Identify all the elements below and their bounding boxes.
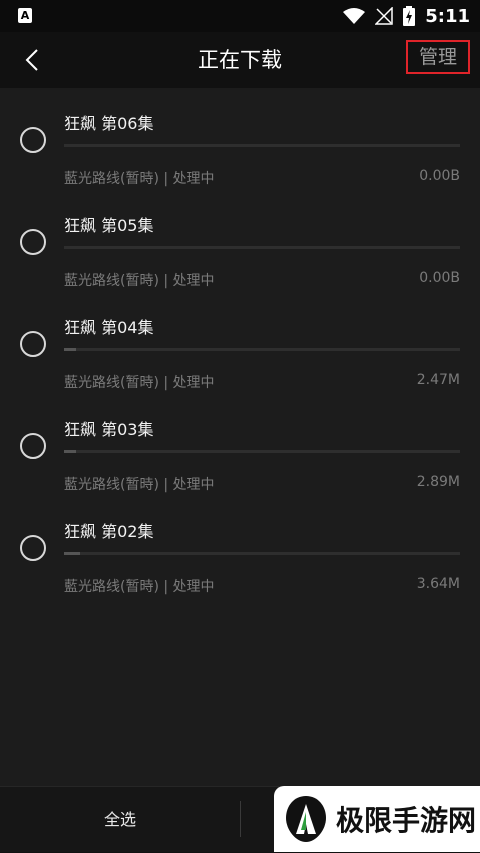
progress-fill — [64, 348, 76, 351]
download-size: 0.00B — [419, 168, 460, 184]
episode-title: 狂飙 第04集 — [64, 318, 154, 337]
notification-app-icon: A — [18, 8, 32, 23]
download-size: 3.64M — [416, 576, 460, 592]
download-size: 0.00B — [419, 270, 460, 286]
download-status: 藍光路线(暂時) | 处理中 — [64, 375, 215, 391]
progress-fill — [64, 450, 76, 453]
progress-bar — [64, 144, 460, 147]
download-item[interactable]: 狂飙 第06集 藍光路线(暂時) | 处理中 0.00B — [0, 88, 480, 190]
progress-bar — [64, 552, 460, 555]
episode-title: 狂飙 第06集 — [64, 114, 154, 133]
select-all-button[interactable]: 全选 — [0, 787, 240, 853]
download-list: 狂飙 第06集 藍光路线(暂時) | 处理中 0.00B 狂飙 第05集 藍光路… — [0, 88, 480, 786]
select-radio[interactable] — [20, 331, 46, 357]
select-radio[interactable] — [20, 535, 46, 561]
select-radio[interactable] — [20, 229, 46, 255]
download-item[interactable]: 狂飙 第04集 藍光路线(暂時) | 处理中 2.47M — [0, 292, 480, 394]
watermark-text: 极限手游网 — [336, 804, 477, 837]
episode-title: 狂飙 第05集 — [64, 216, 154, 235]
watermark: 极限手游网 — [274, 786, 480, 852]
select-radio[interactable] — [20, 127, 46, 153]
download-size: 2.89M — [416, 474, 460, 490]
chevron-left-icon — [25, 49, 38, 71]
episode-title: 狂飙 第02集 — [64, 522, 154, 541]
no-signal-icon — [375, 7, 393, 25]
status-icons: 5:11 — [343, 0, 470, 32]
download-status: 藍光路线(暂時) | 处理中 — [64, 171, 215, 187]
site-logo-icon — [286, 796, 326, 842]
select-radio[interactable] — [20, 433, 46, 459]
progress-bar — [64, 450, 460, 453]
battery-charging-icon — [403, 6, 416, 26]
bottom-action-bar: 全选 极限手游网 — [0, 786, 480, 852]
download-item[interactable]: 狂飙 第02集 藍光路线(暂時) | 处理中 3.64M — [0, 496, 480, 598]
download-item[interactable]: 狂飙 第05集 藍光路线(暂時) | 处理中 0.00B — [0, 190, 480, 292]
progress-bar — [64, 348, 460, 351]
download-status: 藍光路线(暂時) | 处理中 — [64, 477, 215, 493]
download-status: 藍光路线(暂時) | 处理中 — [64, 273, 215, 289]
download-size: 2.47M — [416, 372, 460, 388]
download-status: 藍光路线(暂時) | 处理中 — [64, 579, 215, 595]
status-time: 5:11 — [425, 5, 470, 27]
download-item[interactable]: 狂飙 第03集 藍光路线(暂時) | 处理中 2.89M — [0, 394, 480, 496]
back-button[interactable] — [14, 42, 50, 78]
episode-title: 狂飙 第03集 — [64, 420, 154, 439]
manage-button[interactable]: 管理 — [406, 40, 470, 74]
progress-bar — [64, 246, 460, 249]
wifi-icon — [343, 8, 366, 24]
status-bar: A 5:11 — [0, 0, 480, 32]
nav-bar: 正在下载 管理 — [0, 32, 480, 88]
progress-fill — [64, 552, 80, 555]
